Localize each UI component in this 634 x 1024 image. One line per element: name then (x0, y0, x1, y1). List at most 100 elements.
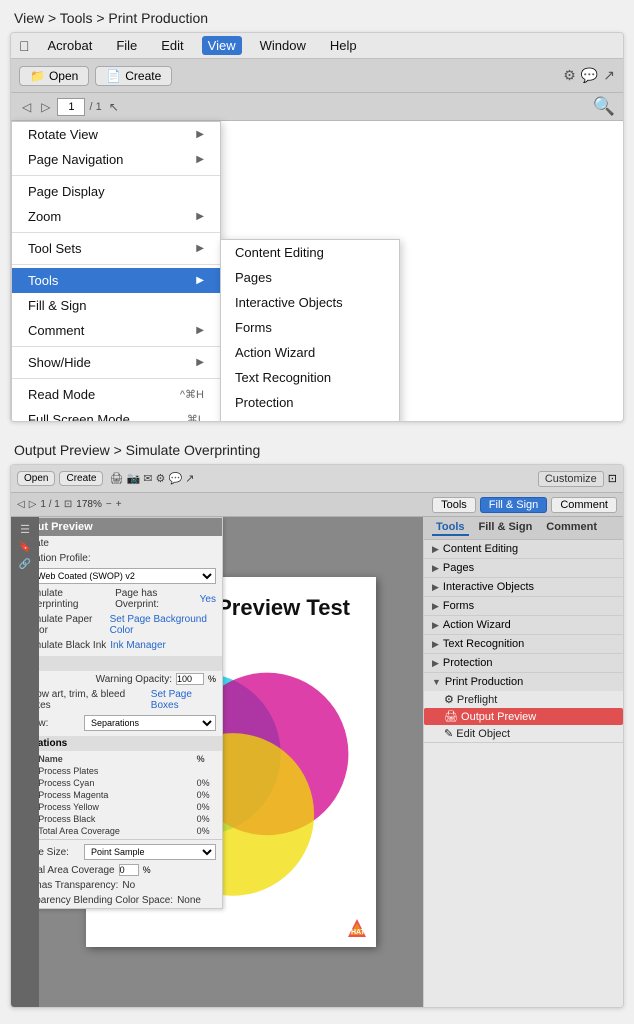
menubar-edit[interactable]: Edit (155, 36, 189, 55)
op-blending-label: Transparency Blending Color Space: (39, 895, 173, 906)
tool-sets-arrow: ▶ (196, 243, 204, 254)
page-separator: / 1 (89, 101, 101, 113)
menu-page-display[interactable]: Page Display (12, 179, 220, 204)
rp-forms-label: Forms (443, 600, 474, 612)
zoom-minus[interactable]: − (106, 499, 112, 510)
show-hide-arrow: ▶ (196, 357, 204, 368)
back-icon[interactable]: ◁ (19, 99, 34, 115)
tools-tab[interactable]: Tools (432, 497, 476, 513)
zoom-plus[interactable]: + (116, 499, 122, 510)
rp-interactive-header[interactable]: ▶ Interactive Objects (424, 578, 623, 596)
create-button[interactable]: 📄 Create (95, 66, 172, 86)
menu-show-hide[interactable]: Show/Hide ▶ (12, 350, 220, 375)
bottom-create-btn[interactable]: Create (59, 471, 103, 486)
op-page-overprint-value: Yes (200, 594, 216, 605)
rp-tr-header[interactable]: ▶ Text Recognition (424, 635, 623, 653)
rp-op-label: Output Preview (461, 711, 536, 723)
settings-icon: ⚙ (563, 67, 576, 84)
rp-pages-header[interactable]: ▶ Pages (424, 559, 623, 577)
rp-prot-label: Protection (443, 657, 493, 669)
fill-sign-tab[interactable]: Fill & Sign (480, 497, 548, 513)
sep-5 (12, 378, 220, 379)
op-sep-total: Total Area Coverage 0% (39, 825, 228, 837)
op-sample-select[interactable]: Point Sample (84, 844, 216, 860)
sep-4 (12, 346, 220, 347)
rp-tr-label: Text Recognition (443, 638, 524, 650)
bottom-screenshot: Open Create 🖨 📷 ✉ ⚙ 💬 ↗ Customize ⊡ ◁ ▷ … (10, 464, 624, 1008)
page-nav-label: Page Navigation (28, 152, 123, 167)
menubar-view[interactable]: View (202, 36, 242, 55)
submenu-protection[interactable]: Protection (221, 390, 399, 415)
menu-read-mode[interactable]: Read Mode ^⌘H (12, 382, 220, 407)
menu-page-navigation[interactable]: Page Navigation ▶ (12, 147, 220, 172)
submenu-pages[interactable]: Pages (221, 265, 399, 290)
menu-tools[interactable]: Tools ▶ (12, 268, 220, 293)
op-sep-magenta: Process Magenta 0% (39, 789, 228, 801)
nav-prev[interactable]: ◁ (17, 499, 25, 510)
menubar-window[interactable]: Window (254, 36, 312, 55)
menubar-help[interactable]: Help (324, 36, 363, 55)
rp-edit-object[interactable]: ✎ Edit Object (424, 725, 623, 742)
page-nav-arrow: ▶ (196, 154, 204, 165)
fullscreen-shortcut: ⌘L (187, 413, 204, 422)
rp-aw-header[interactable]: ▶ Action Wizard (424, 616, 623, 634)
rp-pp-header[interactable]: ▼ Print Production (424, 673, 623, 691)
customize-button[interactable]: Customize (538, 471, 604, 487)
menu-fill-sign[interactable]: Fill & Sign (12, 293, 220, 318)
document-canvas: Overprint Preview Test HAT (39, 517, 423, 1007)
resize-icon: ⊡ (608, 472, 617, 485)
rp-interactive: ▶ Interactive Objects (424, 578, 623, 597)
rp-content-editing-header[interactable]: ▶ Content Editing (424, 540, 623, 558)
submenu-text-recognition[interactable]: Text Recognition (221, 365, 399, 390)
op-tac-label: Total Area Coverage (39, 865, 115, 876)
submenu-document-processing[interactable]: Document Processing (221, 415, 399, 422)
rp-eo-icon: ✎ (444, 728, 456, 740)
bottom-open-btn[interactable]: Open (17, 471, 55, 486)
menu-tool-sets[interactable]: Tool Sets ▶ (12, 236, 220, 261)
menubar-file[interactable]: File (110, 36, 143, 55)
view-menu-dropdown: Rotate View ▶ Page Navigation ▶ Page Dis… (11, 121, 221, 422)
create-label: Create (125, 69, 161, 83)
menubar-acrobat[interactable]: Acrobat (42, 36, 99, 55)
menu-fullscreen[interactable]: Full Screen Mode ⌘L (12, 407, 220, 422)
bottom-main-area: ☰ 🔖 🔗 Overprint Preview Test (11, 517, 623, 1007)
page-number-input[interactable] (57, 98, 85, 116)
create-icon: 📄 (106, 69, 121, 83)
bottom-toolbar-icons: 🖨 📷 ✉ ⚙ 💬 ↗ (109, 472, 194, 485)
op-preview-select[interactable]: Separations (84, 715, 216, 731)
rp-comment-tab[interactable]: Comment (542, 520, 601, 536)
submenu-action-wizard[interactable]: Action Wizard (221, 340, 399, 365)
submenu-content-editing[interactable]: Content Editing (221, 240, 399, 265)
rp-aw-arrow: ▶ (432, 620, 439, 631)
open-button[interactable]: 📁 Open (19, 66, 89, 86)
menu-comment[interactable]: Comment ▶ (12, 318, 220, 343)
forward-icon[interactable]: ▷ (38, 99, 53, 115)
rp-pp-arrow: ▼ (432, 677, 441, 687)
op-warning-opacity-input[interactable] (176, 673, 204, 685)
op-simulate-row: Simulate (39, 536, 222, 551)
op-page-overprint-label: Page has Overprint: (115, 588, 196, 610)
op-transparency-row: Page has Transparency: No (39, 878, 222, 893)
rp-forms-header[interactable]: ▶ Forms (424, 597, 623, 615)
nav-next[interactable]: ▷ (29, 499, 37, 510)
menu-rotate-view[interactable]: Rotate View ▶ (12, 122, 220, 147)
op-tac-value-input[interactable] (119, 864, 139, 876)
submenu-forms[interactable]: Forms (221, 315, 399, 340)
rp-tools-tab[interactable]: Tools (432, 520, 469, 536)
rp-preflight[interactable]: ⚙ Preflight (424, 691, 623, 708)
op-show-section-title: Show (39, 656, 222, 671)
comment-tab[interactable]: Comment (551, 497, 617, 513)
rp-output-preview[interactable]: 🖨 Output Preview (424, 708, 623, 725)
rp-prot-header[interactable]: ▶ Protection (424, 654, 623, 672)
submenu-interactive-objects[interactable]: Interactive Objects (221, 290, 399, 315)
logo-icon: HAT (346, 917, 368, 939)
menu-zoom[interactable]: Zoom ▶ (12, 204, 220, 229)
op-sep-yellow: Process Yellow 0% (39, 801, 228, 813)
zoom-icon: 🔍 (593, 96, 615, 117)
fit-icon[interactable]: ⊡ (64, 499, 72, 510)
op-profile-select[interactable]: U.S. Web Coated (SWOP) v2 (39, 568, 216, 584)
rp-fill-sign-tab[interactable]: Fill & Sign (475, 520, 537, 536)
rp-pages: ▶ Pages (424, 559, 623, 578)
op-black-name: Process Black (39, 813, 194, 825)
cursor-icon[interactable]: ↖ (106, 99, 122, 115)
